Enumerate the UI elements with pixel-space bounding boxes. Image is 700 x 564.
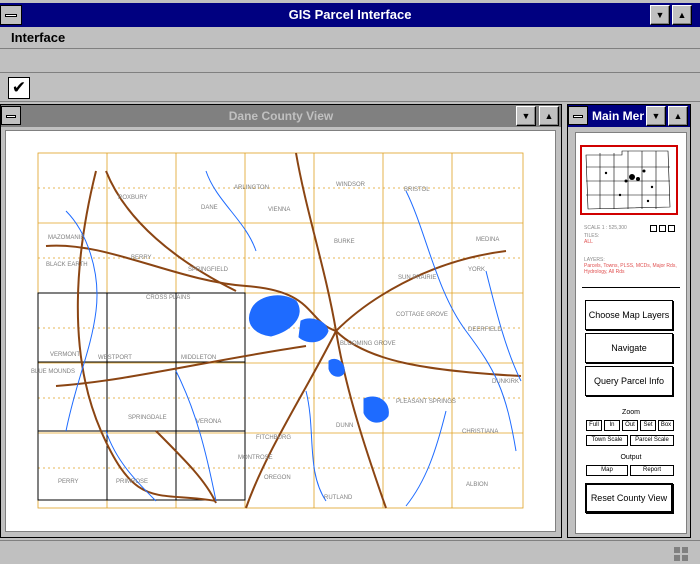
map-label: WINDSOR <box>336 182 366 188</box>
map-label: DUNKIRK <box>492 379 519 385</box>
map-label: PLEASANT SPRINGS <box>396 399 456 405</box>
map-label: DUNN <box>336 423 353 429</box>
menu-window-system-menu-icon[interactable] <box>568 106 588 125</box>
map-label: ARLINGTON <box>234 185 269 191</box>
map-label: MAZOMANIE <box>48 235 84 241</box>
output-map-button[interactable]: Map <box>586 465 628 476</box>
check-icon[interactable]: ✔ <box>8 77 30 99</box>
map-label: MONTROSE <box>238 455 273 461</box>
resize-grip-icon[interactable] <box>674 547 688 561</box>
query-parcel-info-button[interactable]: Query Parcel Info <box>585 366 673 396</box>
zoom-set-button[interactable]: Set <box>640 420 656 431</box>
navigate-button[interactable]: Navigate <box>585 333 673 363</box>
menubar: Interface <box>0 27 700 49</box>
map-label: CHRISTIANA <box>462 429 498 435</box>
map-label: SPRINGDALE <box>128 415 167 421</box>
menu-window-titlebar[interactable]: Main Menu ▼ ▲ <box>568 105 690 127</box>
scale-option-2[interactable] <box>659 225 666 232</box>
zoom-full-button[interactable]: Full <box>586 420 602 431</box>
menu-interface[interactable]: Interface <box>11 30 65 45</box>
hydrology <box>65 170 522 507</box>
map-window-maximize-button[interactable]: ▲ <box>539 106 559 126</box>
map-label: DEERFIELD <box>468 327 502 333</box>
output-report-button[interactable]: Report <box>630 465 674 476</box>
county-map[interactable]: WINDSOR VIENNA BRISTOL DANE BERRY BLACK … <box>6 131 557 533</box>
selected-tiles <box>37 292 246 501</box>
scale-option-3[interactable] <box>668 225 675 232</box>
map-label: BURKE <box>334 239 355 245</box>
map-label: BERRY <box>131 255 152 261</box>
menu-window-minimize-button[interactable]: ▼ <box>646 106 666 126</box>
scale-option-1[interactable] <box>650 225 657 232</box>
map-label: MEDINA <box>476 237 499 243</box>
zoom-box-button[interactable]: Box <box>658 420 674 431</box>
map-label: CROSS PLAINS <box>146 295 190 301</box>
map-canvas[interactable]: WINDSOR VIENNA BRISTOL DANE BERRY BLACK … <box>5 130 556 532</box>
map-label: PRIMROSE <box>116 479 148 485</box>
maximize-button[interactable]: ▲ <box>672 5 692 25</box>
scale-label: SCALE 1 : 525,300 <box>584 225 627 231</box>
map-label: BRISTOL <box>404 187 430 193</box>
map-label: VERONA <box>196 419 221 425</box>
map-label: BLUE MOUNDS <box>31 369 75 375</box>
map-label: COTTAGE GROVE <box>396 312 448 318</box>
overview-inset-map[interactable] <box>580 145 678 215</box>
app-titlebar[interactable]: GIS Parcel Interface ▼ ▲ <box>0 3 700 27</box>
map-label: SPRINGFIELD <box>188 267 229 273</box>
reset-county-view-button[interactable]: Reset County View <box>585 483 673 513</box>
layers-value: Parcels, Towns, PLSS, MCDs, Major Rds, H… <box>584 263 677 275</box>
toolbar: ✔ <box>0 72 700 102</box>
parcel-scale-button[interactable]: Parcel Scale <box>630 435 674 446</box>
map-label: VIENNA <box>268 207 290 213</box>
tiles-value: ALL <box>584 239 593 245</box>
desktop: GIS Parcel Interface ▼ ▲ Interface ✔ Dan… <box>0 0 700 564</box>
map-label: FITCHBURG <box>256 435 291 441</box>
map-label: SUN PRAIRIE <box>398 275 436 281</box>
map-label: PERRY <box>58 479 79 485</box>
menu-window-maximize-button[interactable]: ▲ <box>668 106 688 126</box>
map-label: RUTLAND <box>324 495 353 501</box>
map-label: VERMONT <box>50 352 80 358</box>
divider <box>582 287 680 288</box>
minimize-button[interactable]: ▼ <box>650 5 670 25</box>
town-scale-button[interactable]: Town Scale <box>586 435 628 446</box>
map-window-minimize-button[interactable]: ▼ <box>516 106 536 126</box>
map-window-titlebar[interactable]: Dane County View ▼ ▲ <box>1 105 561 127</box>
map-label: ALBION <box>466 482 488 488</box>
overview-map <box>585 150 671 210</box>
map-label: BLACK EARTH <box>46 262 88 268</box>
menu-window-title: Main Menu <box>592 109 644 123</box>
map-label: OREGON <box>264 475 291 481</box>
map-window-title: Dane County View <box>228 109 334 123</box>
map-label: ROXBURY <box>118 195 148 201</box>
map-label: MIDDLETON <box>181 355 216 361</box>
zoom-in-button[interactable]: In <box>604 420 620 431</box>
app-title: GIS Parcel Interface <box>288 7 412 22</box>
choose-map-layers-button[interactable]: Choose Map Layers <box>585 300 673 330</box>
town-labels: WINDSOR VIENNA BRISTOL DANE BERRY BLACK … <box>31 182 519 501</box>
map-label: YORK <box>468 267 485 273</box>
map-label: DANE <box>201 205 218 211</box>
output-label: Output <box>620 454 642 461</box>
status-bar <box>0 540 700 564</box>
map-label: BLOOMING GROVE <box>340 341 396 347</box>
zoom-label: Zoom <box>622 409 640 416</box>
menu-panel: SCALE 1 : 525,300 TILES: ALL LAYERS: Par… <box>575 132 687 534</box>
map-label: WESTPORT <box>98 355 132 361</box>
zoom-out-button[interactable]: Out <box>622 420 638 431</box>
